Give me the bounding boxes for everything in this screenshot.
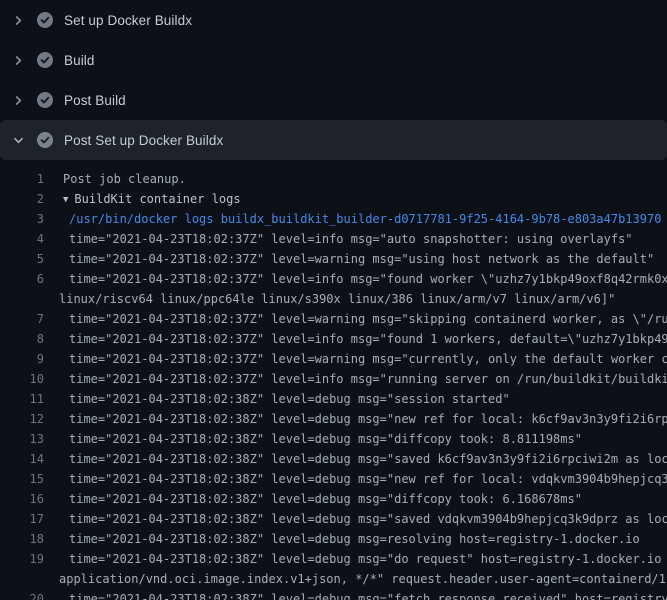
actions-log-pane: Set up Docker Buildx Build Post Build: [0, 0, 667, 600]
step-label: Build: [64, 53, 95, 68]
line-number[interactable]: 5: [0, 249, 44, 269]
log-row: 20 time="2021-04-23T18:02:38Z" level=debu…: [0, 589, 667, 600]
line-number[interactable]: 8: [0, 329, 44, 349]
log-text: time="2021-04-23T18:02:38Z" level=debug …: [59, 469, 667, 489]
step-row-post-setup-docker-buildx[interactable]: Post Set up Docker Buildx: [0, 120, 667, 160]
line-number[interactable]: 10: [0, 369, 44, 389]
group-title: BuildKit container logs: [74, 192, 240, 206]
line-number[interactable]: 11: [0, 389, 44, 409]
log-row: 13 time="2021-04-23T18:02:38Z" level=debu…: [0, 429, 667, 449]
line-number[interactable]: 17: [0, 509, 44, 529]
log-text: application/vnd.oci.image.index.v1+json,…: [59, 569, 667, 589]
log-viewer: 1 Post job cleanup. 2 ▼ BuildKit container l…: [0, 160, 667, 600]
line-number[interactable]: 12: [0, 409, 44, 429]
log-text: time="2021-04-23T18:02:37Z" level=warnin…: [59, 349, 667, 369]
log-text: linux/riscv64 linux/ppc64le linux/s390x …: [59, 289, 615, 309]
chevron-right-icon: [11, 53, 26, 68]
line-number[interactable]: 2: [0, 189, 44, 209]
log-row: 11 time="2021-04-23T18:02:38Z" level=debu…: [0, 389, 667, 409]
log-text: time="2021-04-23T18:02:38Z" level=debug …: [59, 389, 510, 409]
log-text: time="2021-04-23T18:02:38Z" level=debug …: [59, 449, 667, 469]
line-number[interactable]: 14: [0, 449, 44, 469]
line-number[interactable]: 20: [0, 589, 44, 600]
log-text: time="2021-04-23T18:02:37Z" level=info m…: [59, 269, 667, 289]
log-row: 3/usr/bin/docker logs buildx_buildkit_bu…: [0, 209, 667, 229]
log-text: time="2021-04-23T18:02:38Z" level=debug …: [59, 589, 667, 600]
line-number[interactable]: 15: [0, 469, 44, 489]
line-number[interactable]: 13: [0, 429, 44, 449]
log-text: time="2021-04-23T18:02:37Z" level=info m…: [59, 329, 667, 349]
log-text: time="2021-04-23T18:02:37Z" level=info m…: [59, 229, 633, 249]
log-text: time="2021-04-23T18:02:38Z" level=debug …: [59, 409, 667, 429]
log-row: 8 time="2021-04-23T18:02:37Z" level=info …: [0, 329, 667, 349]
log-text: time="2021-04-23T18:02:37Z" level=info m…: [59, 369, 667, 389]
log-row: 16 time="2021-04-23T18:02:38Z" level=debu…: [0, 489, 667, 509]
step-label: Post Build: [64, 93, 126, 108]
log-row: 6 time="2021-04-23T18:02:37Z" level=info …: [0, 269, 667, 289]
line-number[interactable]: 6: [0, 269, 44, 289]
log-text: time="2021-04-23T18:02:38Z" level=debug …: [59, 509, 667, 529]
line-number[interactable]: 1: [0, 169, 44, 189]
log-row: 9 time="2021-04-23T18:02:37Z" level=warni…: [0, 349, 667, 369]
log-row: 15 time="2021-04-23T18:02:38Z" level=debu…: [0, 469, 667, 489]
success-check-icon: [37, 52, 53, 68]
step-label: Set up Docker Buildx: [64, 13, 192, 28]
log-row: 17 time="2021-04-23T18:02:38Z" level=debu…: [0, 509, 667, 529]
step-label: Post Set up Docker Buildx: [64, 133, 223, 148]
log-row: 5 time="2021-04-23T18:02:37Z" level=warni…: [0, 249, 667, 269]
chevron-right-icon: [11, 93, 26, 108]
log-group-row: 2 ▼ BuildKit container logs: [0, 189, 667, 209]
line-number: [0, 289, 44, 309]
line-number[interactable]: 3: [0, 209, 44, 229]
log-text: time="2021-04-23T18:02:38Z" level=debug …: [59, 529, 640, 549]
line-number[interactable]: 18: [0, 529, 44, 549]
success-check-icon: [37, 92, 53, 108]
log-row: 4 time="2021-04-23T18:02:37Z" level=info …: [0, 229, 667, 249]
chevron-down-icon: [11, 133, 26, 148]
log-row: 12 time="2021-04-23T18:02:38Z" level=debu…: [0, 409, 667, 429]
line-number[interactable]: 16: [0, 489, 44, 509]
log-row: 10 time="2021-04-23T18:02:37Z" level=info…: [0, 369, 667, 389]
log-row: linux/riscv64 linux/ppc64le linux/s390x …: [0, 289, 667, 309]
line-number[interactable]: 4: [0, 229, 44, 249]
log-text: time="2021-04-23T18:02:38Z" level=debug …: [59, 549, 667, 569]
step-row-build[interactable]: Build: [0, 40, 667, 80]
log-command-text: /usr/bin/docker logs buildx_buildkit_bui…: [59, 209, 661, 229]
log-row: 7 time="2021-04-23T18:02:37Z" level=warni…: [0, 309, 667, 329]
log-text: time="2021-04-23T18:02:37Z" level=warnin…: [59, 249, 654, 269]
success-check-icon: [37, 132, 53, 148]
log-text: Post job cleanup.: [59, 169, 186, 189]
step-row-setup-docker-buildx[interactable]: Set up Docker Buildx: [0, 0, 667, 40]
step-list: Set up Docker Buildx Build Post Build: [0, 0, 667, 160]
log-row: 1 Post job cleanup.: [0, 169, 667, 189]
line-number[interactable]: 9: [0, 349, 44, 369]
step-row-post-build[interactable]: Post Build: [0, 80, 667, 120]
log-row: 18 time="2021-04-23T18:02:38Z" level=debu…: [0, 529, 667, 549]
log-row: 19 time="2021-04-23T18:02:38Z" level=debu…: [0, 549, 667, 569]
line-number[interactable]: 7: [0, 309, 44, 329]
log-text: time="2021-04-23T18:02:38Z" level=debug …: [59, 429, 582, 449]
chevron-right-icon: [11, 13, 26, 28]
line-number: [0, 569, 44, 589]
line-number[interactable]: 19: [0, 549, 44, 569]
group-collapse-caret-icon[interactable]: ▼: [63, 190, 68, 209]
log-text[interactable]: ▼ BuildKit container logs: [59, 189, 241, 209]
log-row: 14 time="2021-04-23T18:02:38Z" level=debu…: [0, 449, 667, 469]
log-row: application/vnd.oci.image.index.v1+json,…: [0, 569, 667, 589]
log-text: time="2021-04-23T18:02:38Z" level=debug …: [59, 489, 582, 509]
log-text: time="2021-04-23T18:02:37Z" level=warnin…: [59, 309, 667, 329]
success-check-icon: [37, 12, 53, 28]
